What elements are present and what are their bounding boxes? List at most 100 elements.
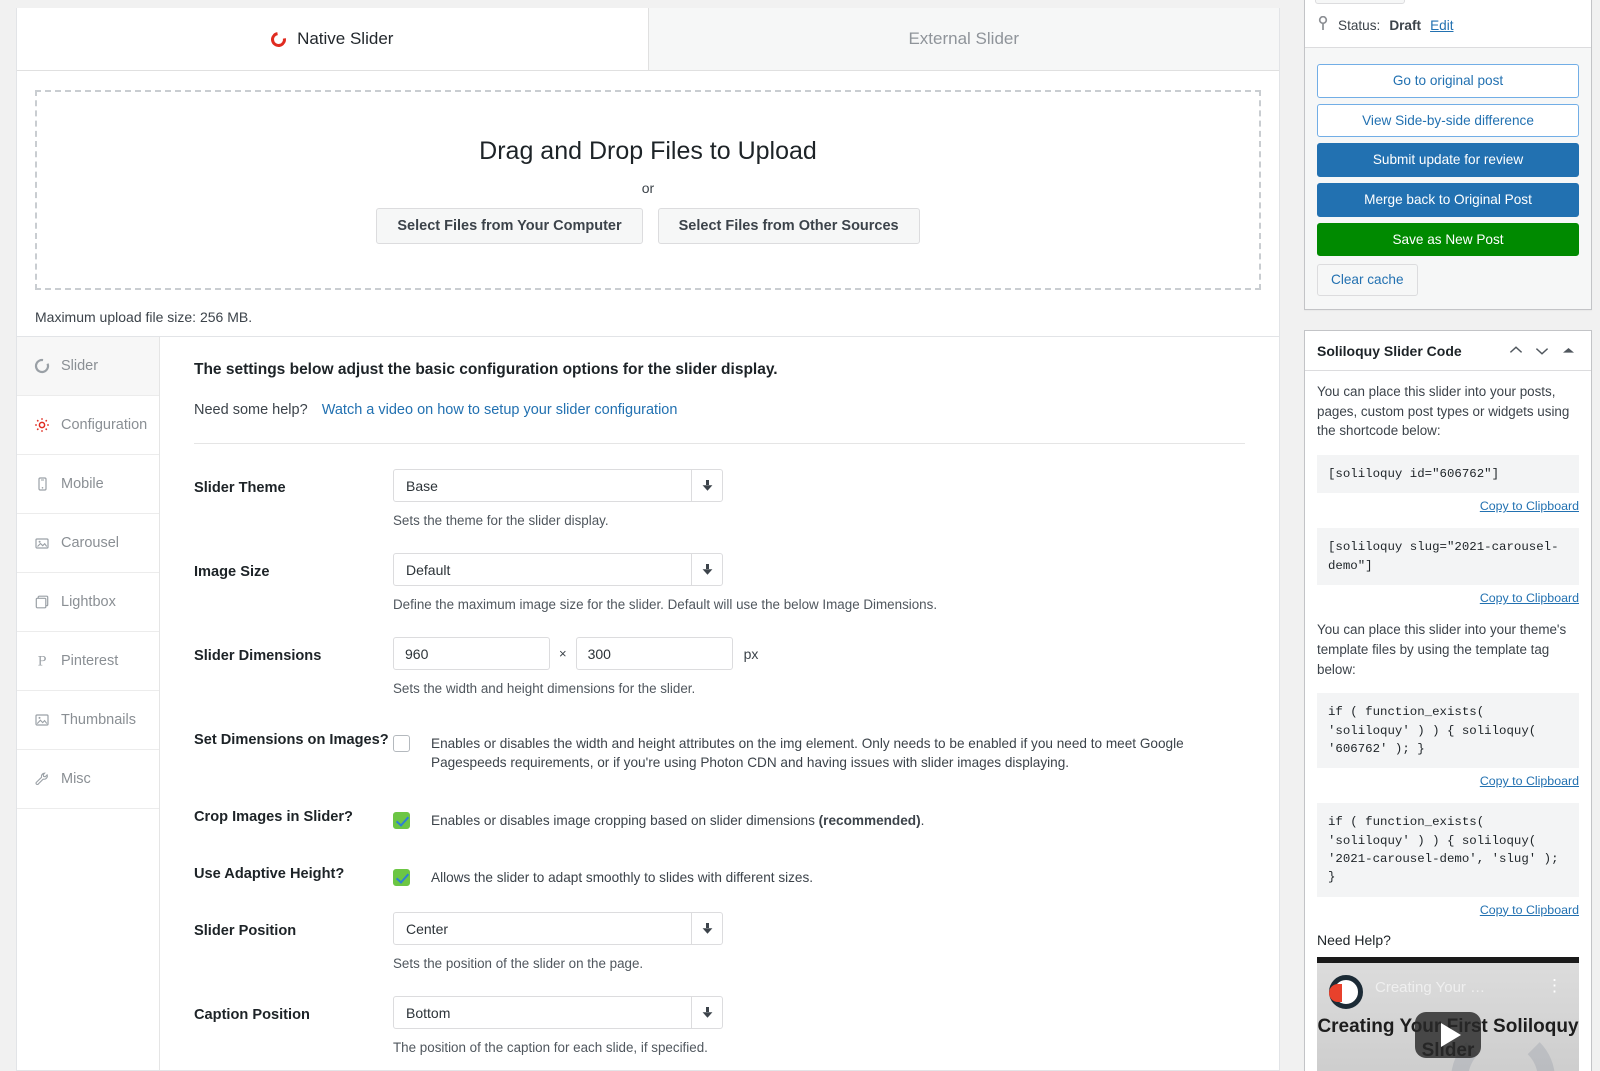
main-column: Native Slider External Slider Drag and D… bbox=[0, 0, 1296, 1071]
soliloquy-logo-icon bbox=[1329, 974, 1363, 1009]
image-size-desc: Define the maximum image size for the sl… bbox=[393, 597, 938, 612]
select-files-other-sources-button[interactable]: Select Files from Other Sources bbox=[657, 207, 920, 244]
soliloquy-slider-code-box: Soliloquy Slider Code You can place this… bbox=[1304, 330, 1592, 1071]
crop-images-field: Enables or disables image cropping based… bbox=[393, 798, 1245, 830]
crop-images-checkbox[interactable] bbox=[393, 811, 410, 829]
slider-width-input[interactable] bbox=[393, 637, 550, 670]
dropzone-title: Drag and Drop Files to Upload bbox=[479, 136, 817, 165]
slider-theme-desc: Sets the theme for the slider display. bbox=[393, 513, 609, 528]
caption-position-select[interactable]: Bottom bbox=[393, 996, 723, 1030]
sidebar-item-misc[interactable]: Misc bbox=[17, 750, 159, 809]
template-tag-intro-text: You can place this slider into your them… bbox=[1317, 622, 1567, 677]
slider-height-input[interactable] bbox=[575, 637, 733, 670]
submit-update-for-review-button[interactable]: Submit update for review bbox=[1317, 143, 1579, 178]
status-edit-link[interactable]: Edit bbox=[1430, 18, 1453, 33]
slider-position-value: Center bbox=[406, 920, 449, 937]
svg-text:P: P bbox=[37, 655, 46, 670]
publish-actions: Go to original post View Side-by-side di… bbox=[1305, 48, 1591, 310]
clear-cache-button[interactable]: Clear cache bbox=[1317, 264, 1418, 297]
crop-images-label: Crop Images in Slider? bbox=[194, 808, 353, 825]
shortcode-slug-block[interactable]: [soliloquy slug="2021-carousel-demo"] bbox=[1317, 528, 1579, 586]
ring-icon bbox=[33, 358, 50, 375]
select-files-computer-button[interactable]: Select Files from Your Computer bbox=[376, 207, 643, 244]
mobile-icon bbox=[33, 476, 50, 493]
slider-theme-select[interactable]: Base bbox=[393, 469, 723, 502]
need-help-heading: Need Help? bbox=[1317, 931, 1391, 948]
crop-images-desc-strong: (recommended) bbox=[818, 812, 921, 828]
set-dimensions-checkbox[interactable] bbox=[393, 735, 410, 752]
slider-theme-label: Slider Theme bbox=[194, 480, 286, 496]
help-video-player[interactable]: Creating Your … ⋮ Creating Your First So… bbox=[1317, 956, 1579, 1071]
file-dropzone[interactable]: Drag and Drop Files to Upload or Select … bbox=[35, 90, 1261, 290]
kebab-menu-icon[interactable]: ⋮ bbox=[1546, 977, 1563, 994]
row-adaptive-height: Use Adaptive Height? Allows the slider t… bbox=[194, 830, 1245, 887]
toggle-panel-icon[interactable] bbox=[1555, 338, 1581, 364]
code-box-title: Soliloquy Slider Code bbox=[1317, 342, 1462, 359]
tab-external-slider-label: External Slider bbox=[908, 29, 1020, 48]
max-upload-size-text: Maximum upload file size: 256 MB. bbox=[35, 309, 253, 325]
row-set-dimensions: Set Dimensions on Images? Enables or dis… bbox=[194, 696, 1245, 773]
merge-back-to-original-post-button[interactable]: Merge back to Original Post bbox=[1317, 183, 1579, 217]
tab-external-slider[interactable]: External Slider bbox=[647, 8, 1279, 71]
template-tag-id-block[interactable]: if ( function_exists( 'soliloquy' ) ) { … bbox=[1317, 693, 1579, 769]
sidebar-item-configuration-label: Configuration bbox=[61, 416, 148, 433]
copy-shortcode-id-link[interactable]: Copy to Clipboard bbox=[1317, 499, 1579, 513]
image-size-value: Default bbox=[406, 561, 451, 578]
adaptive-height-field: Allows the slider to adapt smoothly to s… bbox=[393, 855, 1245, 887]
template-tag-slug-block[interactable]: if ( function_exists( 'soliloquy' ) ) { … bbox=[1317, 803, 1579, 897]
sidebar-item-carousel[interactable]: Carousel bbox=[17, 514, 159, 573]
move-up-icon[interactable] bbox=[1503, 338, 1529, 364]
sidebar-item-thumbnails[interactable]: Thumbnails bbox=[17, 691, 159, 750]
sidebar-item-pinterest-label: Pinterest bbox=[61, 652, 119, 669]
view-side-by-side-difference-button[interactable]: View Side-by-side difference bbox=[1317, 103, 1579, 138]
sidebar-item-mobile[interactable]: Mobile bbox=[17, 455, 159, 514]
sidebar-item-lightbox[interactable]: Lightbox bbox=[17, 573, 159, 632]
row-crop-images: Crop Images in Slider? Enables or disabl… bbox=[194, 773, 1245, 830]
copy-template-tag-id-link[interactable]: Copy to Clipboard bbox=[1317, 774, 1579, 788]
pin-icon bbox=[1317, 15, 1329, 34]
status-value: Draft bbox=[1389, 17, 1422, 33]
move-down-icon[interactable] bbox=[1529, 338, 1555, 364]
slider-position-desc: Sets the position of the slider on the p… bbox=[393, 956, 644, 972]
chevron-down-icon bbox=[691, 554, 722, 585]
video-player-title: Creating Your … bbox=[1375, 978, 1486, 996]
image-size-select[interactable]: Default bbox=[393, 553, 723, 586]
help-video-link[interactable]: Watch a video on how to setup your slide… bbox=[322, 402, 678, 418]
caption-position-field: Bottom The position of the caption for e… bbox=[393, 996, 1245, 1055]
shortcode-id-block[interactable]: [soliloquy id="606762"] bbox=[1317, 455, 1579, 494]
play-button[interactable] bbox=[1415, 1011, 1481, 1058]
dimension-unit: px bbox=[743, 645, 759, 662]
row-caption-position: Caption Position Bottom The position of … bbox=[194, 971, 1245, 1055]
status-prefix: Status: bbox=[1338, 17, 1381, 33]
caption-position-desc: The position of the caption for each sli… bbox=[393, 1040, 708, 1056]
upload-panel: Native Slider External Slider Drag and D… bbox=[16, 8, 1280, 343]
tab-native-slider[interactable]: Native Slider bbox=[17, 8, 648, 70]
slider-theme-value: Base bbox=[406, 477, 438, 494]
dimension-inputs: × px bbox=[393, 637, 1245, 670]
slider-position-label: Slider Position bbox=[194, 923, 297, 940]
adaptive-height-desc: Allows the slider to adapt smoothly to s… bbox=[431, 869, 814, 885]
save-draft-button[interactable]: Save Draft bbox=[1315, 0, 1405, 4]
sidebar-item-configuration[interactable]: Configuration bbox=[17, 396, 159, 455]
post-status-line: Status: Draft Edit bbox=[1305, 4, 1591, 48]
adaptive-height-label: Use Adaptive Height? bbox=[194, 865, 345, 882]
help-prefix: Need some help? bbox=[194, 402, 308, 418]
dimension-separator: × bbox=[559, 646, 567, 661]
slider-position-select[interactable]: Center bbox=[393, 912, 723, 946]
save-as-new-post-button[interactable]: Save as New Post bbox=[1317, 222, 1579, 257]
adaptive-height-checkbox[interactable] bbox=[393, 868, 410, 886]
slider-source-tabs: Native Slider External Slider bbox=[17, 8, 1279, 71]
crop-images-checkbox-row: Enables or disables image cropping based… bbox=[393, 798, 1245, 830]
form-help-line: Need some help? Watch a video on how to … bbox=[194, 402, 1245, 418]
pinterest-icon: P bbox=[33, 653, 50, 670]
sidebar-item-pinterest[interactable]: P Pinterest bbox=[17, 632, 159, 691]
chevron-down-icon bbox=[691, 997, 722, 1029]
form-heading: The settings below adjust the basic conf… bbox=[194, 361, 778, 378]
sidebar-item-slider[interactable]: Slider bbox=[17, 337, 159, 396]
soliloquy-ring-icon bbox=[268, 28, 290, 50]
go-to-original-post-button[interactable]: Go to original post bbox=[1317, 64, 1579, 98]
copy-shortcode-slug-link[interactable]: Copy to Clipboard bbox=[1317, 591, 1579, 605]
row-slider-theme: Slider Theme Base Sets the theme for the… bbox=[194, 444, 1245, 528]
copy-template-tag-slug-link[interactable]: Copy to Clipboard bbox=[1317, 903, 1579, 917]
carousel-icon bbox=[33, 535, 50, 552]
